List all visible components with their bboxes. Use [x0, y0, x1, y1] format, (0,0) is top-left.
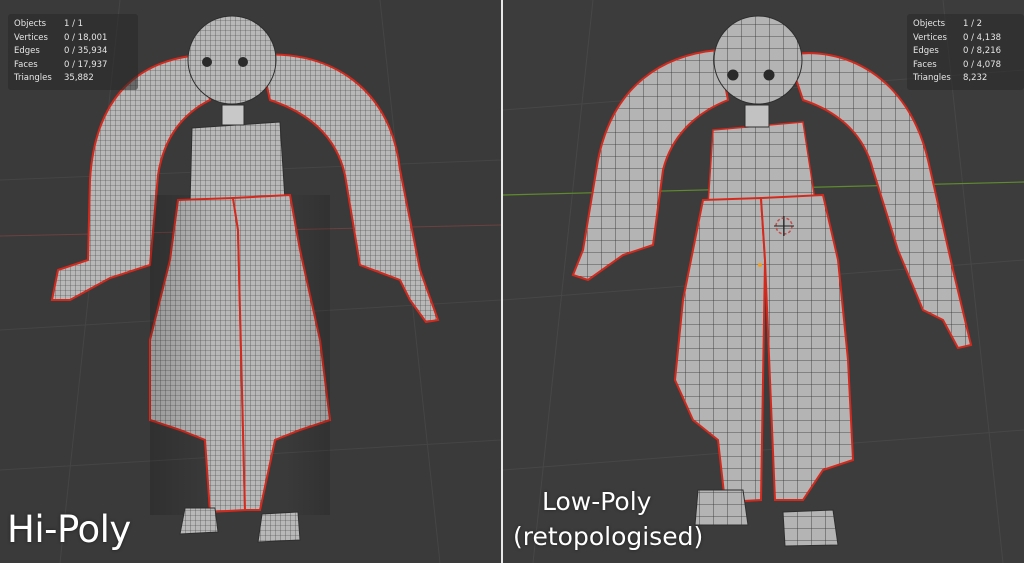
stat-value: 8,232: [963, 73, 988, 84]
stat-value: 0 / 18,001: [64, 32, 108, 43]
stat-value: 0 / 17,937: [64, 59, 108, 70]
hi-poly-viewport[interactable]: Objects 1 / 1 Vertices 0 / 18,001 Edges 0 /…: [0, 0, 501, 563]
left-foot: [179, 507, 219, 535]
stat-label: Faces: [14, 59, 38, 70]
stat-label: Objects: [913, 19, 946, 29]
origin-dot: [758, 263, 762, 267]
head: [713, 15, 803, 105]
stat-label: Vertices: [913, 32, 947, 43]
head: [187, 15, 277, 105]
stat-value: 0 / 4,078: [963, 59, 1002, 70]
stats-overlay: Objects 1 / 1 Vertices 0 / 18,001 Edges 0 /…: [8, 14, 138, 90]
stats-overlay: Objects 1 / 2 Vertices 0 / 4,138 Edges 0 / …: [907, 14, 1024, 90]
stat-value: 1 / 2: [963, 19, 983, 29]
stat-label: Faces: [913, 59, 937, 70]
torso: [707, 121, 816, 206]
low-poly-viewport[interactable]: Objects 1 / 2 Vertices 0 / 4,138 Edges 0 / …: [503, 0, 1024, 563]
right-leg: [759, 193, 855, 501]
low-poly-mesh: [571, 15, 973, 547]
comparison-image: Objects 1 / 1 Vertices 0 / 18,001 Edges 0 /…: [0, 0, 1024, 563]
neck: [221, 104, 245, 126]
stat-value: 1 / 1: [64, 19, 84, 29]
left-foot: [694, 489, 749, 526]
stat-value: 0 / 4,138: [963, 32, 1002, 43]
right-foot: [257, 511, 301, 543]
neck: [744, 104, 770, 128]
stat-value: 35,882: [64, 73, 94, 84]
low-poly-caption: Low-Poly: [542, 487, 652, 516]
right-eye: [763, 69, 775, 81]
stat-label: Edges: [913, 46, 939, 57]
torso: [189, 121, 286, 206]
stat-label: Objects: [14, 19, 47, 29]
stat-label: Vertices: [14, 32, 48, 43]
stat-label: Triangles: [913, 73, 951, 84]
right-foot: [782, 509, 839, 547]
stat-value: 0 / 35,934: [64, 46, 108, 57]
hi-poly-caption: Hi-Poly: [7, 508, 131, 551]
left-eye: [202, 57, 212, 67]
left-leg: [673, 196, 767, 504]
stat-label: Triangles: [14, 73, 52, 84]
stat-label: Edges: [14, 46, 40, 57]
low-poly-subcaption: (retopologised): [513, 522, 704, 551]
stat-value: 0 / 8,216: [963, 46, 1002, 57]
left-eye: [727, 69, 739, 81]
right-eye: [238, 57, 248, 67]
